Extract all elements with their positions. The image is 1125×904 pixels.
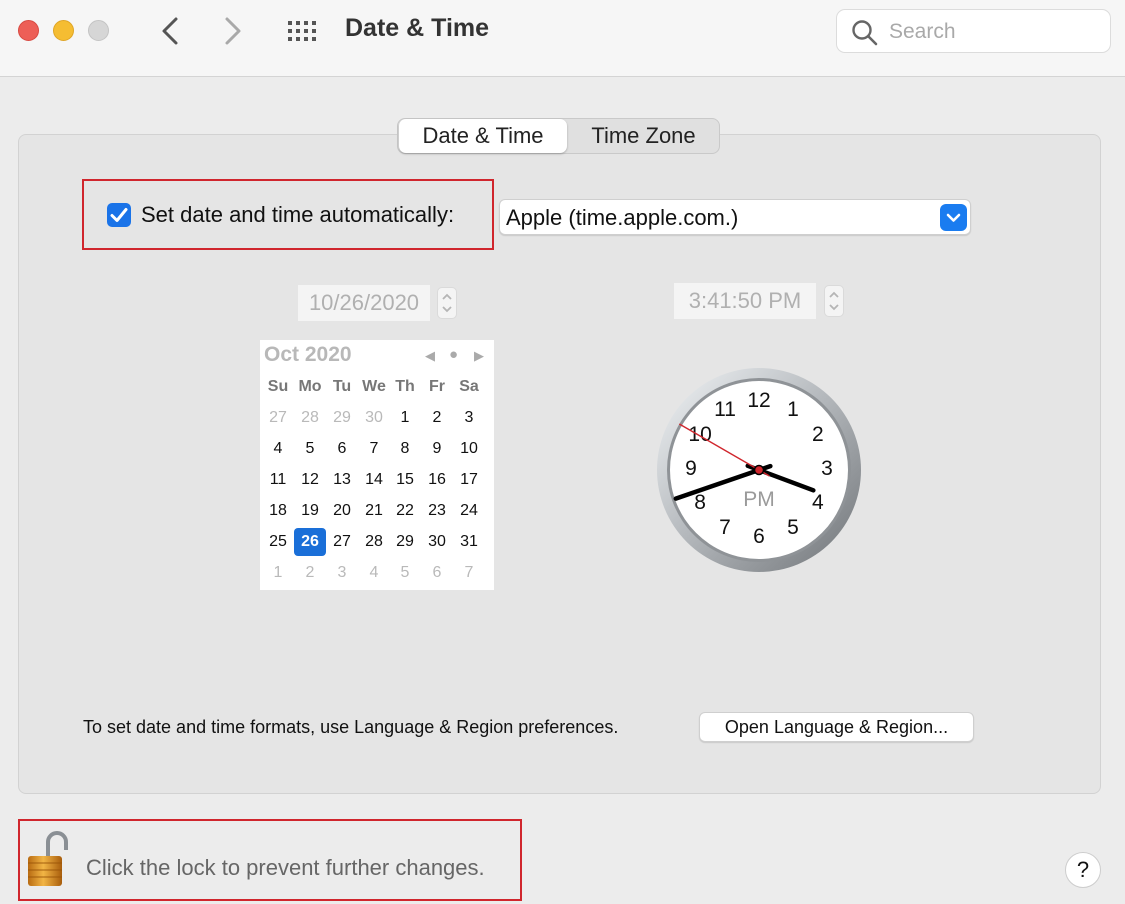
calendar-day[interactable]: 6 xyxy=(421,559,453,587)
today-dot-icon[interactable]: ● xyxy=(449,346,458,363)
calendar-day[interactable]: 29 xyxy=(389,528,421,556)
stepper-arrows-icon xyxy=(829,291,839,311)
calendar-day[interactable]: 28 xyxy=(294,404,326,432)
tab-time-zone[interactable]: Time Zone xyxy=(568,119,719,153)
calendar-day[interactable]: 29 xyxy=(326,404,358,432)
calendar-day[interactable]: 8 xyxy=(389,435,421,463)
calendar-day[interactable]: 15 xyxy=(389,466,421,494)
weekday-header: Sa xyxy=(459,378,479,395)
calendar: Oct 2020 ◀ ● ▶ Su Mo Tu We Th Fr Sa 27 28 29 30 1 2 3… xyxy=(260,340,494,590)
weekday-header: Fr xyxy=(429,378,445,395)
calendar-day[interactable]: 1 xyxy=(262,559,294,587)
calendar-day[interactable]: 20 xyxy=(326,497,358,525)
calendar-day[interactable]: 16 xyxy=(421,466,453,494)
calendar-day[interactable]: 23 xyxy=(421,497,453,525)
lock-hint: Click the lock to prevent further change… xyxy=(86,855,485,880)
minimize-button[interactable] xyxy=(53,20,74,41)
calendar-day[interactable]: 5 xyxy=(294,435,326,463)
grid-icon[interactable] xyxy=(287,20,319,42)
calendar-day[interactable]: 3 xyxy=(453,404,485,432)
date-field[interactable]: 10/26/2020 xyxy=(298,285,430,321)
window-title: Date & Time xyxy=(345,14,490,42)
calendar-day[interactable]: 30 xyxy=(421,528,453,556)
formats-hint: To set date and time formats, use Langua… xyxy=(83,717,619,737)
calendar-day[interactable]: 10 xyxy=(453,435,485,463)
prev-month-icon[interactable]: ◀ xyxy=(425,348,435,364)
calendar-day[interactable]: 25 xyxy=(262,528,294,556)
calendar-day[interactable]: 21 xyxy=(358,497,390,525)
search-icon xyxy=(852,20,878,46)
auto-time-checkbox[interactable] xyxy=(107,203,131,227)
open-language-region-button[interactable]: Open Language & Region... xyxy=(699,712,974,742)
calendar-day[interactable]: 28 xyxy=(358,528,390,556)
weekday-header: Su xyxy=(267,378,289,395)
weekday-header: Mo xyxy=(298,378,322,395)
calendar-day[interactable]: 2 xyxy=(421,404,453,432)
search-field[interactable]: Search xyxy=(836,9,1111,53)
calendar-day[interactable]: 3 xyxy=(326,559,358,587)
calendar-day[interactable]: 7 xyxy=(453,559,485,587)
calendar-day[interactable]: 27 xyxy=(262,404,294,432)
open-language-region-label: Open Language & Region... xyxy=(724,717,949,737)
clock-center xyxy=(753,464,765,476)
calendar-day[interactable]: 4 xyxy=(262,435,294,463)
calendar-day[interactable]: 30 xyxy=(358,404,390,432)
stepper-arrows-icon xyxy=(442,293,452,313)
time-server-select[interactable]: Apple (time.apple.com.) xyxy=(499,199,971,235)
calendar-day[interactable]: 6 xyxy=(326,435,358,463)
calendar-day[interactable]: 11 xyxy=(262,466,294,494)
calendar-day[interactable]: 5 xyxy=(389,559,421,587)
calendar-day[interactable]: 4 xyxy=(358,559,390,587)
next-month-icon[interactable]: ▶ xyxy=(474,348,484,364)
calendar-day[interactable]: 24 xyxy=(453,497,485,525)
weekday-header: We xyxy=(362,378,386,395)
title-bar: Date & Time Search xyxy=(0,0,1125,77)
close-button[interactable] xyxy=(18,20,39,41)
calendar-day[interactable]: 22 xyxy=(389,497,421,525)
calendar-day[interactable]: 26 xyxy=(294,528,326,556)
calendar-day[interactable]: 14 xyxy=(358,466,390,494)
time-stepper[interactable] xyxy=(824,285,844,317)
calendar-day[interactable]: 2 xyxy=(294,559,326,587)
date-stepper[interactable] xyxy=(437,287,457,319)
checkmark-icon xyxy=(110,208,128,222)
auto-time-label: Set date and time automatically: xyxy=(141,202,455,227)
time-field[interactable]: 3:41:50 PM xyxy=(674,283,816,319)
tab-bar: Date & Time Time Zone xyxy=(397,118,720,154)
back-arrow-icon[interactable] xyxy=(158,16,182,46)
calendar-day[interactable]: 7 xyxy=(358,435,390,463)
clock-hands xyxy=(673,423,816,501)
search-placeholder: Search xyxy=(889,20,956,43)
calendar-day[interactable]: 12 xyxy=(294,466,326,494)
calendar-day[interactable]: 31 xyxy=(453,528,485,556)
chevron-down-icon[interactable] xyxy=(940,204,967,231)
calendar-day[interactable]: 19 xyxy=(294,497,326,525)
calendar-day[interactable]: 18 xyxy=(262,497,294,525)
weekday-header: Th xyxy=(395,378,415,395)
forward-arrow-icon[interactable] xyxy=(221,16,245,46)
calendar-day[interactable]: 13 xyxy=(326,466,358,494)
analog-clock: 12 1 2 3 4 5 6 7 8 9 10 11 PM xyxy=(653,368,864,573)
weekday-header: Tu xyxy=(332,378,352,395)
time-server-value: Apple (time.apple.com.) xyxy=(506,205,739,230)
help-button[interactable]: ? xyxy=(1065,852,1101,888)
calendar-day[interactable]: 17 xyxy=(453,466,485,494)
calendar-month: Oct 2020 xyxy=(264,343,352,366)
calendar-day[interactable]: 1 xyxy=(389,404,421,432)
lock-icon[interactable] xyxy=(26,830,70,888)
calendar-day[interactable]: 27 xyxy=(326,528,358,556)
calendar-day[interactable]: 9 xyxy=(421,435,453,463)
zoom-button[interactable] xyxy=(88,20,109,41)
tab-date-time[interactable]: Date & Time xyxy=(399,119,567,153)
